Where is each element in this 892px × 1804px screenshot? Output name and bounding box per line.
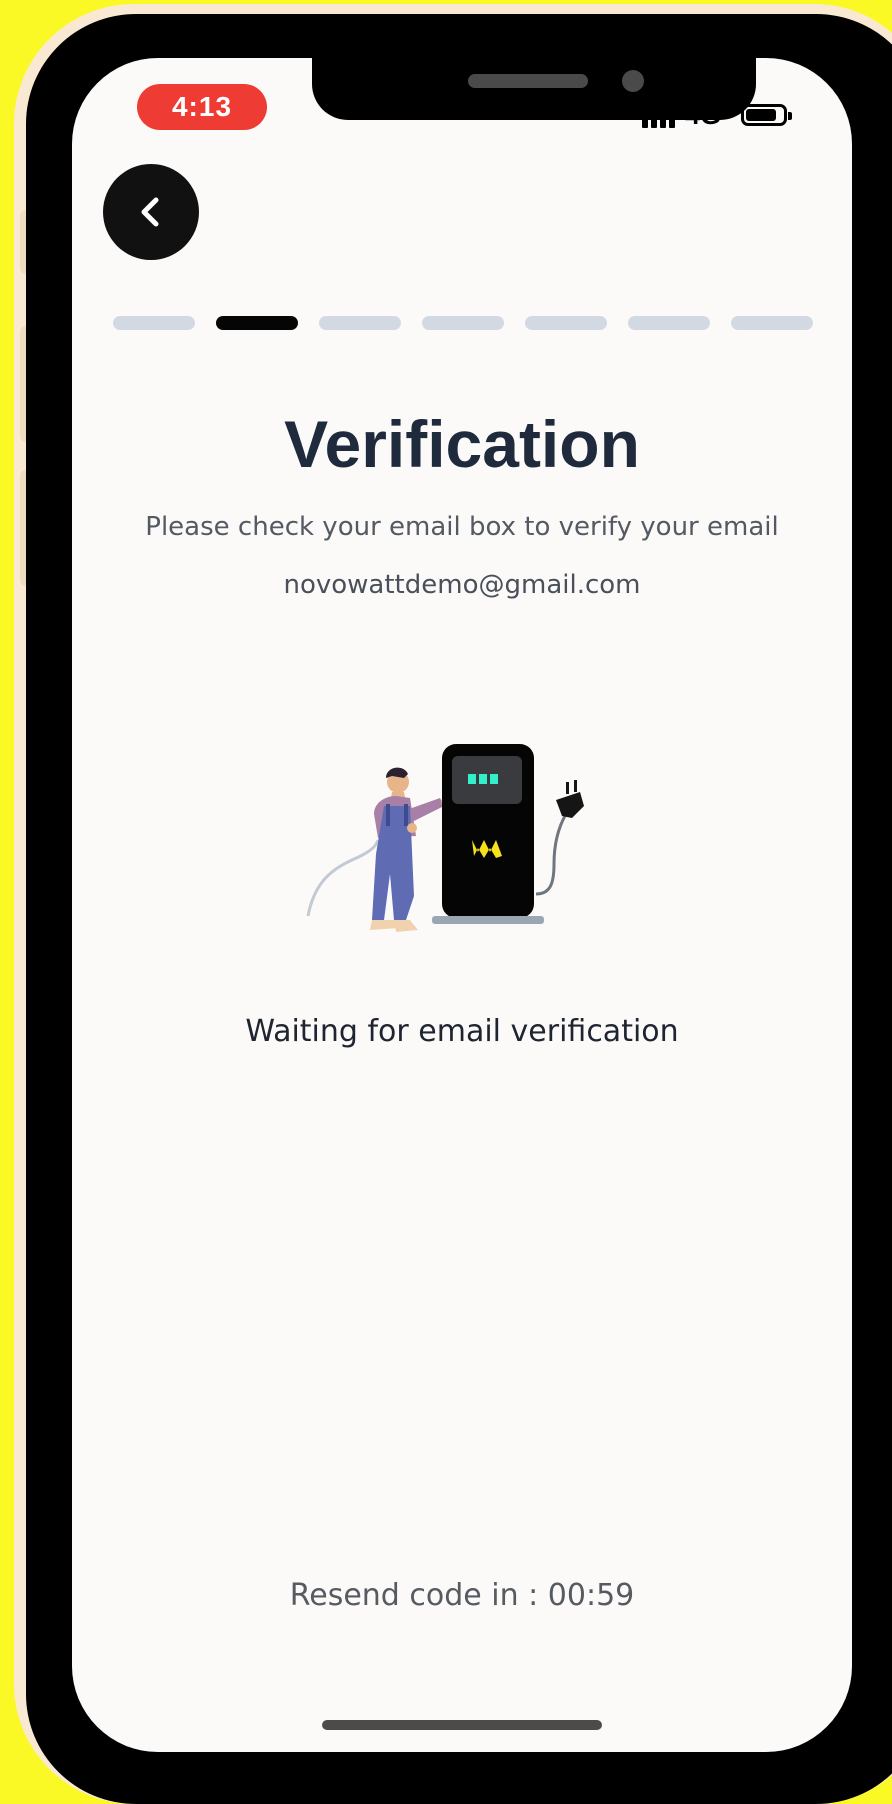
progress-step — [319, 316, 401, 330]
signal-icon — [642, 102, 675, 128]
progress-step — [113, 316, 195, 330]
progress-step — [731, 316, 813, 330]
speaker — [468, 74, 588, 88]
step-progress — [113, 316, 813, 330]
status-indicators: 4G — [642, 98, 793, 132]
network-type: 4G — [685, 99, 722, 130]
app-screen: 4:13 4G Verification Please check your e… — [72, 58, 852, 1752]
email-address: novowattdemo@gmail.com — [283, 570, 641, 600]
home-indicator — [322, 1720, 602, 1730]
resend-timer: Resend code in : 00:59 — [289, 1578, 635, 1613]
waiting-status: Waiting for email verification — [245, 1014, 679, 1049]
progress-step — [525, 316, 607, 330]
front-camera — [622, 70, 644, 92]
battery-icon — [741, 104, 793, 126]
page-subtitle: Please check your email box to verify yo… — [145, 512, 779, 542]
progress-step — [628, 316, 710, 330]
progress-step — [216, 316, 298, 330]
back-button[interactable] — [103, 164, 199, 260]
page-title: Verification — [284, 407, 640, 481]
status-time: 4:13 — [137, 84, 267, 130]
progress-step — [422, 316, 504, 330]
chevron-left-icon — [141, 197, 159, 227]
ev-charger-illustration — [306, 744, 584, 932]
